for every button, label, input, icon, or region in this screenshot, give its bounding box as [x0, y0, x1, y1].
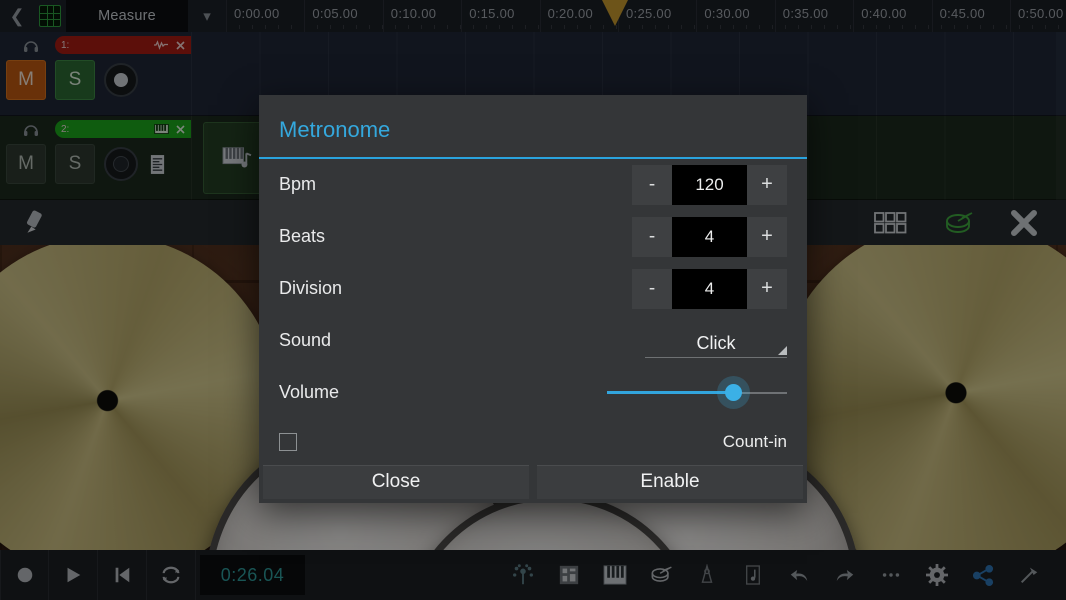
division-label: Division: [279, 278, 343, 299]
beats-decrement-button[interactable]: -: [632, 217, 672, 257]
close-button[interactable]: Close: [263, 464, 529, 499]
dropdown-arrow-icon: [778, 345, 787, 355]
division-row: Division - 4 +: [279, 263, 787, 315]
sound-select[interactable]: Click: [645, 324, 787, 358]
volume-label: Volume: [279, 382, 340, 403]
bpm-decrement-button[interactable]: -: [632, 165, 672, 205]
beats-increment-button[interactable]: +: [747, 217, 787, 257]
slider-fill: [607, 391, 733, 395]
sound-row: Sound Click: [279, 315, 787, 367]
sound-label: Sound: [279, 330, 332, 351]
division-stepper: - 4 +: [632, 268, 787, 309]
division-decrement-button[interactable]: -: [632, 269, 672, 309]
dialog-body: Bpm - 120 + Beats - 4 + Division - 4 + S…: [259, 159, 807, 465]
sound-value: Click: [696, 332, 736, 353]
app-root: ❮ Measure ▾ 0:00.00 0:05.00 0:10.00 0:15.00…: [0, 0, 1066, 600]
volume-row: Volume: [279, 367, 787, 419]
countin-checkbox[interactable]: [279, 432, 297, 451]
beats-label: Beats: [279, 226, 326, 247]
dialog-title: Metronome: [279, 117, 391, 142]
slider-thumb[interactable]: [725, 384, 742, 402]
volume-slider[interactable]: [607, 376, 787, 410]
countin-label: Count-in: [722, 431, 787, 451]
enable-button[interactable]: Enable: [537, 464, 803, 499]
division-increment-button[interactable]: +: [747, 269, 787, 309]
bpm-row: Bpm - 120 +: [279, 159, 787, 211]
dialog-footer: Close Enable: [263, 464, 803, 503]
bpm-stepper: - 120 +: [632, 164, 787, 205]
beats-row: Beats - 4 +: [279, 211, 787, 263]
bpm-increment-button[interactable]: +: [747, 165, 787, 205]
beats-value[interactable]: 4: [672, 216, 747, 257]
metronome-dialog: Metronome Bpm - 120 + Beats - 4 + Divisi…: [259, 95, 807, 503]
countin-row: Count-in: [279, 419, 787, 465]
beats-stepper: - 4 +: [632, 216, 787, 257]
bpm-label: Bpm: [279, 174, 317, 195]
division-value[interactable]: 4: [672, 268, 747, 309]
bpm-value[interactable]: 120: [672, 164, 747, 205]
